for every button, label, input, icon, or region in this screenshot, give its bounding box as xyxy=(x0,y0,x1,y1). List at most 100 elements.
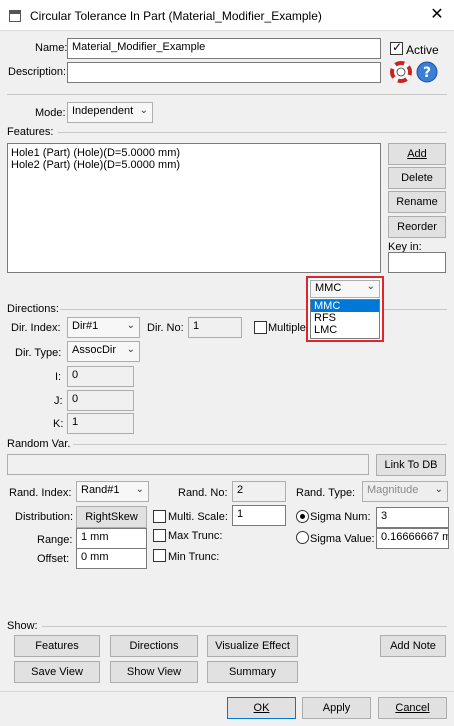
max-trunc-label: Max Trunc: xyxy=(168,530,223,542)
rename-feature-button[interactable]: Rename xyxy=(388,191,446,213)
multiple-label: Multiple D xyxy=(268,322,308,334)
dir-index-select[interactable]: Dir#1 ⌄ xyxy=(67,317,140,338)
show-features-button[interactable]: Features xyxy=(14,635,100,657)
add-note-button[interactable]: Add Note xyxy=(380,635,446,657)
separator xyxy=(7,94,447,95)
link-to-db-button[interactable]: Link To DB xyxy=(376,454,446,476)
dir-no-field[interactable]: 1 xyxy=(188,317,242,338)
chevron-down-icon: ⌄ xyxy=(366,281,375,292)
material-modifier-dropdown[interactable]: MMC ⌄ MMC RFS LMC xyxy=(306,276,384,342)
sigma-num-label: Sigma Num: xyxy=(310,511,371,523)
sigma-value-field[interactable]: 0.16666667 m xyxy=(376,528,449,549)
range-label: Range: xyxy=(37,534,73,546)
app-window-icon xyxy=(9,10,21,22)
rand-type-label: Rand. Type: xyxy=(296,487,356,499)
j-label: J: xyxy=(54,395,63,407)
separator xyxy=(0,691,454,692)
separator xyxy=(42,626,447,627)
features-section-label: Features: xyxy=(7,126,54,138)
distribution-button[interactable]: RightSkew xyxy=(76,506,147,528)
sigma-num-field[interactable]: 3 xyxy=(376,507,449,528)
help-icon[interactable]: ? xyxy=(416,61,438,83)
delete-feature-button[interactable]: Delete xyxy=(388,167,446,189)
cancel-button[interactable]: Cancel xyxy=(378,697,447,719)
close-icon[interactable]: ✕ xyxy=(425,5,449,25)
j-field[interactable]: 0 xyxy=(67,390,134,411)
name-label: Name: xyxy=(35,42,68,54)
multiple-checkbox[interactable] xyxy=(254,321,267,334)
save-view-button[interactable]: Save View xyxy=(14,661,100,683)
mode-value: Independent xyxy=(72,105,134,117)
rand-index-select[interactable]: Rand#1 ⌄ xyxy=(76,481,149,502)
separator xyxy=(58,132,447,133)
dir-type-value: AssocDir xyxy=(72,344,117,356)
sigma-num-radio[interactable] xyxy=(296,510,309,523)
list-item[interactable]: Hole2 (Part) (Hole)(D=5.0000 mm) xyxy=(11,159,180,171)
separator xyxy=(73,444,447,445)
option-rfs[interactable]: RFS xyxy=(311,312,379,324)
lifebuoy-icon[interactable] xyxy=(389,61,413,83)
description-field[interactable] xyxy=(67,62,381,83)
rand-no-label: Rand. No: xyxy=(178,487,228,499)
dir-no-label: Dir. No: xyxy=(147,322,184,334)
multi-scale-label: Multi. Scale: xyxy=(168,511,228,523)
active-checkbox[interactable] xyxy=(390,40,403,55)
active-label: Active xyxy=(406,43,439,57)
rand-index-value: Rand#1 xyxy=(81,484,120,496)
apply-button[interactable]: Apply xyxy=(302,697,371,719)
dir-type-label: Dir. Type: xyxy=(15,347,62,359)
material-modifier-options: MMC RFS LMC xyxy=(310,299,380,339)
offset-field[interactable]: 0 mm xyxy=(76,548,147,569)
list-item[interactable]: Hole1 (Part) (Hole)(D=5.0000 mm) xyxy=(11,147,180,159)
add-feature-button[interactable]: Add xyxy=(388,143,446,165)
random-var-section-label: Random Var. xyxy=(7,438,71,450)
multi-scale-checkbox[interactable] xyxy=(153,510,166,523)
name-field[interactable]: Material_Modifier_Example xyxy=(67,38,381,59)
mode-select[interactable]: Independent ⌄ xyxy=(67,102,153,123)
window-title: Circular Tolerance In Part (Material_Mod… xyxy=(30,9,322,23)
summary-button[interactable]: Summary xyxy=(207,661,298,683)
reorder-feature-button[interactable]: Reorder xyxy=(388,216,446,238)
sigma-value-radio[interactable] xyxy=(296,531,309,544)
k-field[interactable]: 1 xyxy=(67,413,134,434)
i-field[interactable]: 0 xyxy=(67,366,134,387)
chevron-down-icon: ⌄ xyxy=(434,484,443,495)
offset-label: Offset: xyxy=(37,553,70,565)
link-db-field[interactable] xyxy=(7,454,369,475)
sigma-value-label: Sigma Value: xyxy=(310,533,375,545)
material-modifier-select[interactable]: MMC ⌄ xyxy=(310,280,380,298)
chevron-down-icon: ⌄ xyxy=(139,105,148,116)
directions-section-label: Directions: xyxy=(7,303,59,315)
option-lmc[interactable]: LMC xyxy=(311,324,379,336)
min-trunc-checkbox[interactable] xyxy=(153,549,166,562)
chevron-down-icon: ⌄ xyxy=(135,484,144,495)
material-modifier-value: MMC xyxy=(315,282,342,294)
max-trunc-checkbox[interactable] xyxy=(153,529,166,542)
rand-no-field[interactable]: 2 xyxy=(232,481,286,502)
features-list[interactable]: Hole1 (Part) (Hole)(D=5.0000 mm) Hole2 (… xyxy=(7,143,381,273)
ok-button[interactable]: OK xyxy=(227,697,296,719)
dir-index-label: Dir. Index: xyxy=(11,322,61,334)
show-view-button[interactable]: Show View xyxy=(110,661,198,683)
multi-scale-field[interactable]: 1 xyxy=(232,505,286,526)
option-mmc[interactable]: MMC xyxy=(311,300,379,312)
chevron-down-icon: ⌄ xyxy=(126,344,135,355)
range-field[interactable]: 1 mm xyxy=(76,528,147,549)
rand-type-select[interactable]: Magnitude ⌄ xyxy=(362,481,448,502)
rand-type-value: Magnitude xyxy=(367,484,419,496)
distribution-label: Distribution: xyxy=(15,511,74,523)
svg-text:?: ? xyxy=(423,65,431,81)
k-label: K: xyxy=(53,418,64,430)
visualize-effect-button[interactable]: Visualize Effect xyxy=(207,635,298,657)
description-label: Description: xyxy=(8,66,67,78)
dir-index-value: Dir#1 xyxy=(72,320,99,332)
show-section-label: Show: xyxy=(7,620,38,632)
min-trunc-label: Min Trunc: xyxy=(168,551,220,563)
separator xyxy=(60,309,447,310)
dir-type-select[interactable]: AssocDir ⌄ xyxy=(67,341,140,362)
key-in-field[interactable] xyxy=(388,252,446,273)
rand-index-label: Rand. Index: xyxy=(9,487,72,499)
i-label: I: xyxy=(55,371,62,383)
show-directions-button[interactable]: Directions xyxy=(110,635,198,657)
mode-label: Mode: xyxy=(35,107,66,119)
